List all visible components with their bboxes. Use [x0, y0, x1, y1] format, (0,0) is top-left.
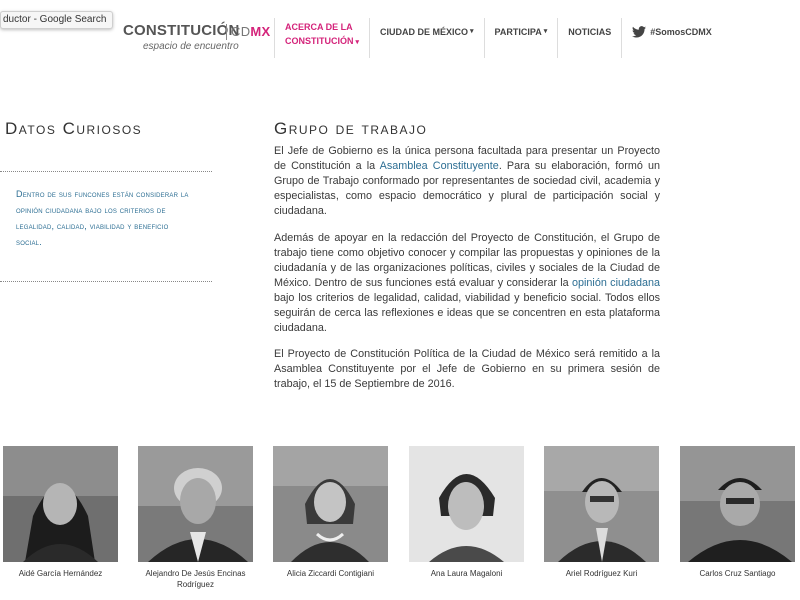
nav-item-ciudad[interactable]: CIUDAD DE MÉXICO ▾	[369, 18, 484, 58]
main-nav: ACERCA DE LA CONSTITUCIÓN ▾ CIUDAD DE MÉX…	[274, 18, 722, 58]
twitter-icon	[632, 26, 647, 38]
nav-item-twitter[interactable]: #SomosCDMX	[621, 18, 722, 58]
paragraph-1: El Jefe de Gobierno es la única persona …	[274, 144, 660, 219]
member-name: Alejandro De Jesús Encinas Rodríguez	[145, 569, 246, 589]
member-photo	[680, 446, 795, 562]
member-name: Ariel Rodríguez Kuri	[565, 569, 638, 578]
paragraph-3: El Proyecto de Constitución Política de …	[274, 348, 660, 390]
chevron-down-icon: ▾	[470, 28, 474, 35]
team-member[interactable]: Carlos Cruz Santiago	[680, 446, 795, 579]
member-photo	[409, 446, 524, 562]
team-member[interactable]: Ana Laura Magaloni	[409, 446, 524, 579]
nav-item-participa[interactable]: PARTICIPA ▾	[483, 18, 558, 58]
member-name: Ana Laura Magaloni	[430, 569, 503, 578]
team-member[interactable]: Alejandro De Jesús Encinas Rodríguez	[138, 446, 253, 590]
sidebar-text: Dentro de sus funcones están considerar …	[16, 189, 189, 247]
nav-item-acerca-line2: CONSTITUCIÓN	[285, 36, 354, 46]
member-name: Aidé García Hernández	[18, 569, 103, 578]
sidebar-heading: Datos Curiosos	[5, 119, 143, 138]
site-logo[interactable]: CONSTITUCIÓN CDMX espacio de encuentro	[123, 20, 270, 60]
nav-item-noticias-label: NOTICIAS	[568, 27, 612, 37]
opinion-ciudadana-link[interactable]: opinión ciudadana	[572, 277, 660, 289]
member-photo	[138, 446, 253, 562]
page-title: Grupo de trabajo	[274, 119, 428, 138]
nav-item-ciudad-label: CIUDAD DE MÉXICO	[380, 27, 469, 37]
member-photo	[3, 446, 118, 562]
sidebar-divider-top	[0, 171, 212, 172]
nav-item-acerca-line1: ACERCA DE LA	[285, 22, 353, 32]
nav-item-twitter-label: #SomosCDMX	[650, 27, 712, 37]
logo-word: CONSTITUCIÓN	[123, 22, 240, 39]
paragraph-2-text-b: bajo los criterios de legalidad, calidad…	[274, 292, 660, 334]
member-photo	[544, 446, 659, 562]
nav-item-participa-label: PARTICIPA	[494, 27, 542, 37]
team-member[interactable]: Ariel Rodríguez Kuri	[544, 446, 659, 579]
logo-cdmx: CDMX	[231, 24, 271, 39]
member-name: Alicia Ziccardi Contigiani	[286, 569, 375, 578]
member-photo	[273, 446, 388, 562]
nav-item-acerca[interactable]: ACERCA DE LA CONSTITUCIÓN ▾	[274, 18, 369, 58]
sidebar-divider-bottom	[0, 281, 212, 282]
logo-separator	[226, 24, 227, 40]
nav-item-noticias[interactable]: NOTICIAS	[557, 18, 621, 58]
team-list: Aidé García Hernández Alejandro De Jesús…	[3, 446, 800, 600]
chevron-down-icon: ▾	[543, 28, 548, 35]
browser-tooltip: ductor - Google Search	[0, 11, 114, 29]
chevron-down-icon: ▾	[355, 39, 360, 46]
paragraph-2: Además de apoyar en la redacción del Pro…	[274, 231, 660, 336]
asamblea-constituyente-link[interactable]: Asamblea Constituyente	[380, 160, 499, 172]
logo-tagline: espacio de encuentro	[143, 41, 239, 52]
team-member[interactable]: Alicia Ziccardi Contigiani	[273, 446, 388, 579]
member-name: Carlos Cruz Santiago	[699, 569, 776, 578]
team-member[interactable]: Aidé García Hernández	[3, 446, 118, 579]
